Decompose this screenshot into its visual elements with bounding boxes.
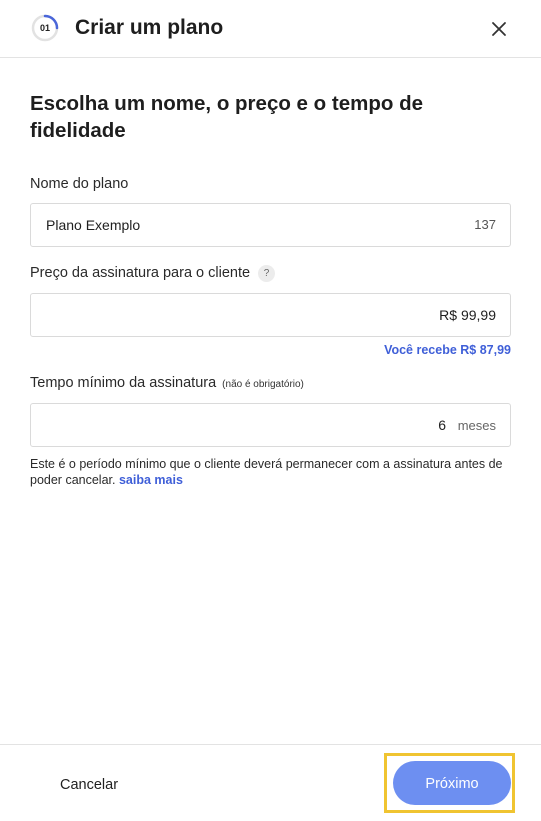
price-label-row: Preço da assinatura para o cliente? <box>30 265 276 282</box>
step-progress-icon: 01 <box>31 14 59 42</box>
min-time-label: Tempo mínimo da assinatura <box>30 375 217 391</box>
min-time-hint: Este é o período mínimo que o cliente de… <box>30 456 520 488</box>
close-icon[interactable] <box>487 17 511 41</box>
you-receive-text: Você recebe R$ 87,99 <box>384 343 511 357</box>
min-time-label-row: Tempo mínimo da assinatura (não é obrigat… <box>30 375 304 391</box>
hint-text: Este é o período mínimo que o cliente de… <box>30 457 503 487</box>
plan-name-field[interactable]: Plano Exemplo 137 <box>30 203 511 247</box>
min-time-value: 6 <box>438 417 446 433</box>
dialog-footer: Cancelar Próximo <box>0 744 541 821</box>
page-heading: Escolha um nome, o preço e o tempo de fi… <box>30 92 423 142</box>
plan-name-value: Plano Exemplo <box>46 217 141 233</box>
price-field[interactable]: R$ 99,99 <box>30 293 511 337</box>
plan-name-label: Nome do plano <box>30 176 129 192</box>
cancel-button[interactable]: Cancelar <box>60 777 118 793</box>
price-label: Preço da assinatura para o cliente <box>30 265 251 281</box>
min-time-unit: meses <box>457 418 496 433</box>
step-number: 01 <box>39 23 50 33</box>
min-time-field[interactable]: 6 meses <box>30 403 511 447</box>
next-button[interactable]: Próximo <box>393 761 511 805</box>
dialog-title: Criar um plano <box>75 16 224 39</box>
price-value: R$ 99,99 <box>439 307 496 323</box>
help-icon[interactable]: ? <box>258 265 276 282</box>
learn-more-link[interactable]: saiba mais <box>119 473 183 487</box>
optional-note: (não é obrigatório) <box>222 379 304 390</box>
dialog-header: 01 Criar um plano <box>0 0 541 58</box>
char-counter: 137 <box>474 217 496 232</box>
